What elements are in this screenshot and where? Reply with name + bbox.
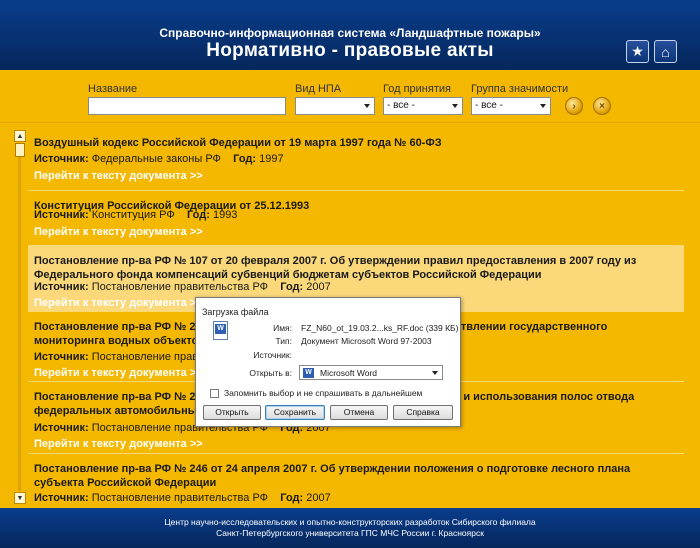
document-title[interactable]: Постановление пр-ва РФ № 246 от 24 апрел… [34, 462, 678, 490]
file-download-dialog: Загрузка файла W Имя: FZ_N60_ot_19.03.2.… [195, 297, 461, 427]
open-button[interactable]: Открыть [203, 405, 261, 420]
chevron-down-icon [540, 104, 546, 108]
name-filter-label: Название [88, 83, 138, 95]
footer-line-1: Центр научно-исследовательских и опытно-… [164, 517, 536, 527]
scroll-up-button[interactable]: ▲ [14, 130, 26, 142]
help-button[interactable]: Справка [393, 405, 453, 420]
list-item: Постановление пр-ва РФ № 246 от 24 апрел… [28, 454, 684, 510]
close-icon: × [599, 100, 605, 112]
divider [0, 122, 700, 123]
save-button[interactable]: Сохранить [265, 405, 325, 420]
document-source: Федеральные законы РФ [91, 153, 221, 165]
arrow-down-icon: ▼ [16, 494, 24, 502]
group-filter-label: Группа значимости [471, 83, 569, 95]
document-year: 2007 [306, 281, 331, 293]
arrow-up-icon: ▲ [16, 132, 24, 140]
document-link[interactable]: Перейти к тексту документа >> [34, 226, 203, 238]
year-filter-select[interactable]: - все - [383, 97, 463, 115]
document-title[interactable]: Постановление пр-ва РФ № 107 от 20 февра… [34, 254, 678, 282]
document-source: Постановление правительства РФ [91, 492, 269, 504]
file-type-label: Тип: [275, 336, 292, 346]
document-link[interactable]: Перейти к тексту документа >> [34, 170, 203, 182]
scrollbar-thumb[interactable] [15, 143, 25, 157]
year-filter-label: Год принятия [383, 83, 451, 95]
list-item: Воздушный кодекс Российской Федерации от… [28, 128, 684, 191]
home-button[interactable]: ⌂ [654, 40, 677, 63]
file-name-value: FZ_N60_ot_19.03.2...ks_RF.doc (339 КБ) [301, 323, 459, 333]
document-link[interactable]: Перейти к тексту документа >> [34, 367, 203, 379]
remember-choice-checkbox[interactable] [210, 389, 219, 398]
chevron-down-icon [364, 104, 370, 108]
name-filter-input[interactable] [88, 97, 286, 115]
file-type-value: Документ Microsoft Word 97-2003 [301, 336, 432, 346]
open-with-select[interactable]: W Microsoft Word [299, 365, 443, 380]
word-app-icon: W [303, 368, 314, 378]
filter-bar: Название Вид НПА Год принятия - все - Гр… [0, 70, 700, 120]
group-filter-select[interactable]: - все - [471, 97, 551, 115]
page-title: Нормативно - правовые акты [206, 40, 494, 61]
type-filter-label: Вид НПА [295, 83, 342, 95]
chevron-down-icon [452, 104, 458, 108]
remember-choice-label[interactable]: Запомнить выбор и не спрашивать в дальне… [224, 388, 422, 398]
document-year: 1997 [259, 153, 284, 165]
document-title[interactable]: Воздушный кодекс Российской Федерации от… [34, 136, 678, 150]
scrollbar-track[interactable] [18, 143, 21, 491]
type-filter-select[interactable] [295, 97, 375, 115]
app-subtitle: Справочно-информационная система «Ландша… [159, 26, 541, 40]
app-footer: Центр научно-исследовательских и опытно-… [0, 508, 700, 548]
scroll-down-button[interactable]: ▼ [14, 492, 26, 504]
document-link[interactable]: Перейти к тексту документа >> [34, 438, 203, 450]
arrow-right-icon: › [572, 100, 576, 112]
document-year: 2007 [306, 492, 331, 504]
reset-filter-button[interactable]: × [593, 97, 611, 115]
footer-line-2: Санкт-Петербургского университета ГПС МЧ… [216, 528, 484, 538]
open-with-label: Открыть в: [249, 368, 292, 378]
star-icon: ★ [631, 43, 644, 59]
document-source: Конституция РФ [91, 209, 175, 221]
favorites-button[interactable]: ★ [626, 40, 649, 63]
search-button[interactable]: › [565, 97, 583, 115]
file-source-label: Источник: [253, 350, 292, 360]
document-link[interactable]: Перейти к тексту документа >> [34, 297, 203, 309]
app-header: Справочно-информационная система «Ландша… [0, 0, 700, 70]
home-icon: ⌂ [661, 43, 670, 60]
chevron-down-icon [432, 371, 438, 375]
file-name-label: Имя: [273, 323, 292, 333]
dialog-title: Загрузка файла [202, 307, 269, 317]
cancel-button[interactable]: Отмена [330, 405, 388, 420]
document-source: Постановление правительства РФ [91, 281, 269, 293]
document-year: 1993 [212, 209, 238, 221]
list-item: Конституция Российской Федерации от 25.1… [28, 191, 684, 246]
